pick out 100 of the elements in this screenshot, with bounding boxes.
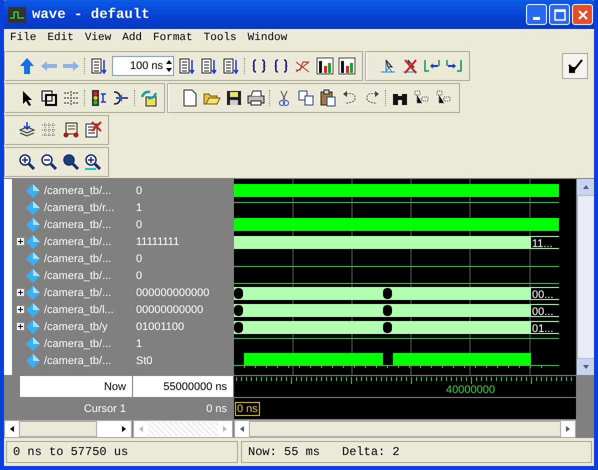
left-arrow-icon[interactable] — [9, 426, 15, 432]
horizontal-scrollbar[interactable] — [234, 420, 576, 438]
signal-value: 00000000000 — [136, 304, 204, 316]
expand-icon[interactable] — [16, 237, 25, 246]
time-step-field[interactable]: 100 ns — [112, 56, 174, 76]
diamond-icon — [26, 252, 40, 266]
diamond-icon — [26, 218, 40, 232]
now-label: Now — [104, 380, 126, 392]
signal-value: 1 — [136, 202, 142, 214]
bus-value-label: 00... — [532, 306, 554, 318]
up-arrow-icon[interactable] — [18, 56, 36, 75]
signal-value: 0 — [136, 218, 142, 230]
grid-icon[interactable] — [40, 120, 58, 139]
delete-icon[interactable] — [84, 120, 102, 139]
diamond-icon — [26, 268, 40, 282]
status-range: 0 ns to 57750 us — [6, 441, 238, 463]
signal-value: 000000000000 — [136, 286, 210, 298]
list-up-icon[interactable] — [90, 56, 108, 75]
copy-icon[interactable] — [297, 88, 315, 107]
bus-value-label: 00... — [532, 289, 554, 301]
zoom-out-icon[interactable] — [40, 152, 58, 171]
signal-name[interactable]: /camera_tb/... — [44, 338, 112, 350]
signal-value: 01001100 — [136, 320, 184, 332]
vertical-scrollbar[interactable] — [577, 179, 594, 375]
right-arrow-icon[interactable] — [565, 426, 571, 432]
signal-value: 0 — [136, 184, 142, 196]
signal-name[interactable]: /camera_tb/... — [44, 218, 112, 230]
signal-name[interactable]: /camera_tb/... — [44, 354, 112, 366]
expand-icon[interactable] — [16, 288, 25, 297]
maximize-button[interactable] — [549, 4, 570, 26]
signal-name[interactable]: /camera_tb/... — [44, 270, 112, 282]
list-down-icon[interactable] — [178, 56, 196, 75]
bus-value-label: 01... — [532, 323, 554, 335]
menu-item[interactable]: View — [84, 32, 112, 44]
print-icon[interactable] — [247, 88, 265, 107]
horizontal-scrollbar[interactable] — [4, 420, 132, 438]
brace-icon[interactable] — [250, 56, 268, 75]
zoom-in-icon[interactable] — [18, 152, 36, 171]
minimize-button[interactable] — [526, 4, 547, 26]
window-title: wave - default — [32, 6, 151, 23]
dock-button[interactable] — [562, 52, 588, 79]
signal-value: 11111111 — [136, 236, 180, 248]
refresh-icon[interactable] — [140, 88, 158, 107]
diamond-icon — [26, 354, 40, 368]
list-down-icon[interactable] — [222, 56, 240, 75]
up-arrow-icon[interactable] — [583, 184, 589, 190]
menu-item[interactable]: Window — [248, 32, 288, 44]
diamond-icon — [26, 286, 40, 300]
close-button[interactable] — [572, 4, 593, 26]
arrow-in-icon[interactable] — [112, 88, 130, 107]
status-now: Now: 55 ms — [248, 445, 320, 459]
zoom-box-icon[interactable] — [40, 88, 58, 107]
signal-name[interactable]: /camera_tb/... — [44, 286, 112, 298]
left-arrow-icon[interactable] — [239, 426, 245, 432]
cursor-label: Cursor 1 — [84, 402, 126, 414]
menu-item[interactable]: Tools — [204, 32, 237, 44]
signal-value: St0 — [136, 354, 153, 366]
signal-name[interactable]: /camera_tb/... — [44, 252, 112, 264]
new-file-icon[interactable] — [181, 88, 199, 107]
signal-name[interactable]: /camera_tb/... — [44, 236, 112, 248]
stack-icon[interactable] — [18, 120, 36, 139]
bus-value-label: 11... — [532, 238, 553, 250]
menu-item[interactable]: Add — [122, 32, 142, 44]
signal-name[interactable]: /camera_tb/... — [44, 184, 112, 196]
wave-window-icon — [8, 6, 26, 23]
signal-value: 0 — [136, 252, 142, 264]
expand-icon[interactable] — [16, 305, 25, 314]
right-arrow-icon[interactable] — [121, 426, 127, 432]
menu-item[interactable]: Format — [153, 32, 193, 44]
traffic-light-icon[interactable] — [90, 88, 108, 107]
signal-name[interactable]: /camera_tb/y — [44, 320, 108, 332]
cursor-delete-icon[interactable] — [401, 56, 419, 75]
list-up-icon[interactable] — [200, 56, 218, 75]
status-delta: Delta: 2 — [342, 445, 400, 459]
diamond-icon — [26, 184, 40, 198]
expand-icon[interactable] — [16, 322, 25, 331]
cursor-add-icon[interactable] — [379, 56, 397, 75]
diamond-icon — [26, 234, 40, 248]
menu-item[interactable]: Edit — [47, 32, 74, 44]
diamond-icon — [26, 320, 40, 334]
diamond-icon — [26, 200, 40, 214]
zoom-full-icon[interactable] — [62, 152, 80, 171]
maximize-icon — [554, 8, 566, 21]
zoom-cursor-icon[interactable] — [84, 152, 102, 171]
split-icon[interactable] — [62, 88, 80, 107]
signal-name[interactable]: /camera_tb/r... — [44, 202, 114, 214]
signal-name[interactable]: /camera_tb/l... — [44, 304, 114, 316]
brace-icon[interactable] — [272, 56, 290, 75]
menu-item[interactable]: File — [10, 32, 36, 44]
bar-chart-icon[interactable] — [316, 56, 334, 75]
diamond-icon — [26, 302, 40, 316]
paste-icon[interactable] — [319, 88, 337, 107]
bar-chart-icon[interactable] — [338, 56, 356, 75]
cursor-value: 0 ns — [206, 402, 227, 414]
minimize-icon — [533, 17, 540, 20]
signal-value: 0 — [136, 270, 142, 282]
save-icon[interactable] — [225, 88, 243, 107]
cursor-marker[interactable]: 0 ns — [235, 402, 260, 416]
down-arrow-icon[interactable] — [583, 364, 589, 370]
time-label: 40000000 — [446, 384, 495, 396]
